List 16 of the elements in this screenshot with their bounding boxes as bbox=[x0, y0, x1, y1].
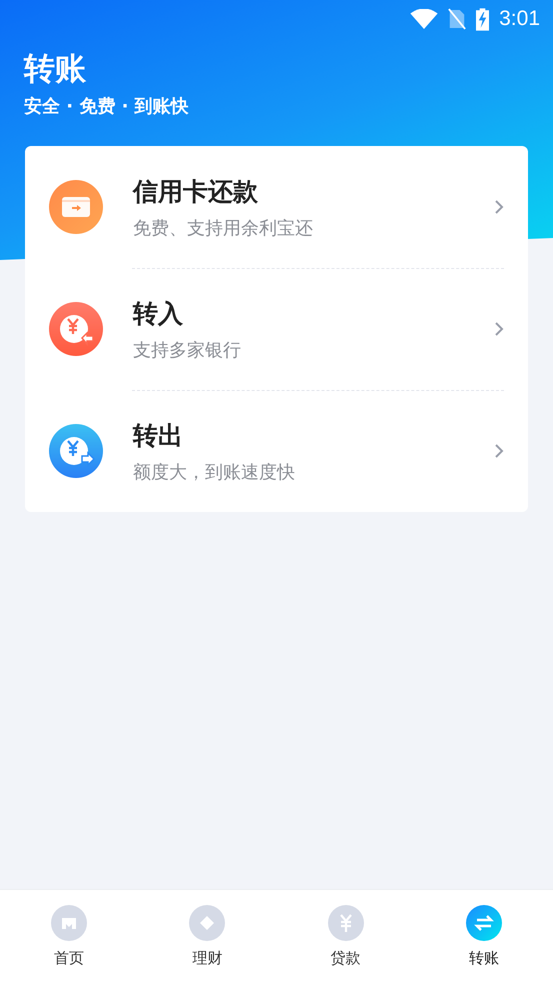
tab-item[interactable]: 贷款 bbox=[276, 890, 415, 983]
tab-item[interactable]: 理财 bbox=[138, 890, 276, 983]
status-time: 3:01 bbox=[499, 7, 540, 31]
tab-item[interactable]: 转账 bbox=[414, 890, 553, 983]
tab-item[interactable]: 首页 bbox=[0, 890, 138, 983]
page-title: 转账 bbox=[24, 50, 86, 89]
item-title: 转出 bbox=[133, 420, 183, 452]
item-title: 转入 bbox=[133, 298, 183, 330]
item-subtitle: 免费、支持用余利宝还 bbox=[133, 216, 313, 240]
item-title: 信用卡还款 bbox=[133, 176, 258, 208]
item-subtitle: 额度大，到账速度快 bbox=[133, 460, 295, 484]
menu-item[interactable]: 信用卡还款 免费、支持用余利宝还 bbox=[25, 146, 528, 268]
menu-item[interactable]: 转入 支持多家银行 bbox=[25, 268, 528, 390]
menu-item[interactable]: 转出 额度大，到账速度快 bbox=[25, 390, 528, 512]
item-subtitle: 支持多家银行 bbox=[133, 338, 241, 362]
page-subtitle: 安全 · 免费 · 到账快 bbox=[24, 95, 189, 118]
